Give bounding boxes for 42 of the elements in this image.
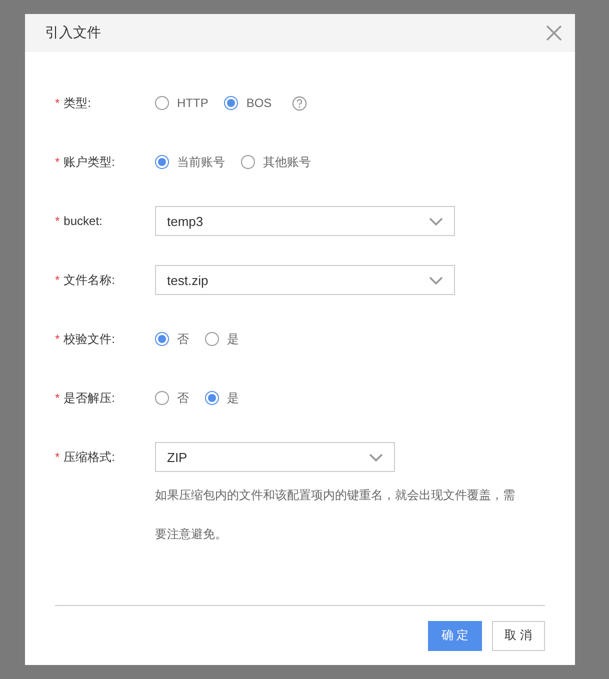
radio-button[interactable] [155,391,169,405]
radio-label[interactable]: 其他账号 [263,154,311,170]
required-mark: * [55,332,60,346]
required-mark: * [55,273,60,287]
dialog-title: 引入文件 [45,24,101,42]
radio-label[interactable]: 是 [227,390,239,406]
close-icon[interactable] [546,25,562,41]
field-label: 文件名称: [64,272,116,288]
radio-label[interactable]: 否 [177,330,189,348]
radio-button[interactable] [224,96,238,110]
field-label: bucket: [64,214,102,228]
required-mark: * [55,96,60,110]
chevron-down-icon [429,276,443,284]
radio-button[interactable] [155,155,169,169]
required-mark: * [55,214,60,228]
required-mark: * [55,391,60,405]
radio-label[interactable]: HTTP [177,96,208,110]
chevron-down-icon [429,216,443,226]
select-field[interactable]: ZIP [155,442,395,472]
radio-button[interactable] [155,332,169,346]
required-mark: * [55,155,60,169]
field-label: 校验文件: [64,330,116,348]
radio-label[interactable]: BOS [246,96,272,110]
radio-label[interactable]: 否 [177,390,189,406]
help-text: 如果压缩包内的文件和该配置项内的键重名，就会出现文件覆盖，需要注意避免。 [155,487,516,543]
field-label: 压缩格式: [64,448,116,466]
radio-label[interactable]: 是 [227,330,239,348]
select-field[interactable]: temp3 [155,206,455,236]
radio-button[interactable] [205,332,219,346]
radio-label[interactable]: 当前账号 [177,154,225,170]
field-label: 账户类型: [64,154,116,170]
radio-button[interactable] [155,96,169,110]
chevron-down-icon [369,452,383,462]
radio-button[interactable] [241,155,255,169]
help-icon[interactable] [292,96,307,110]
cancel-button[interactable]: 取 消 [492,620,545,650]
radio-button[interactable] [205,391,219,405]
field-label: 是否解压: [64,390,116,406]
select-field[interactable]: test.zip [155,265,455,295]
field-label: 类型: [64,94,92,112]
required-mark: * [55,450,60,464]
confirm-button[interactable]: 确 定 [428,620,482,650]
